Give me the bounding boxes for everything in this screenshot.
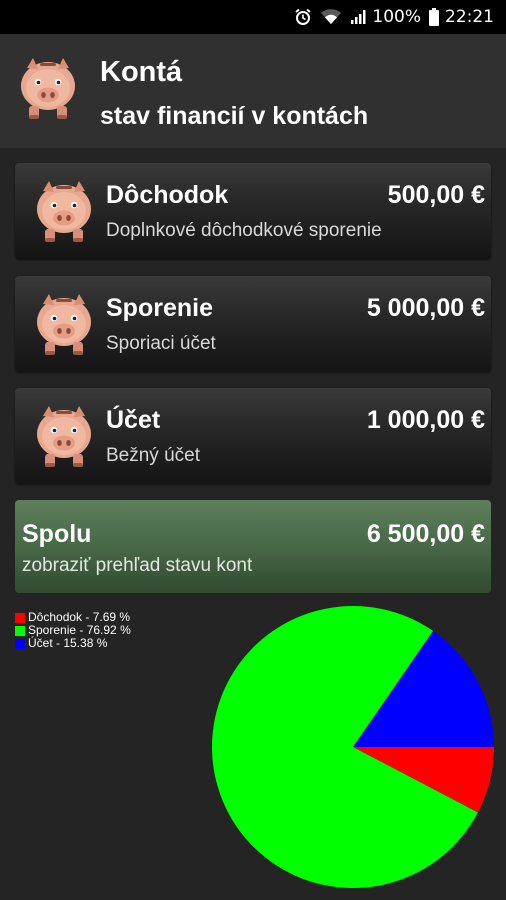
legend-label: Účet - 15.38 %	[28, 636, 108, 650]
alarm-icon	[294, 8, 312, 26]
clock: 22:21	[445, 7, 494, 27]
battery-icon	[429, 8, 439, 26]
signal-icon	[350, 9, 366, 25]
app-header: Kontá stav financií v kontách	[0, 34, 506, 148]
account-name: Sporenie	[106, 294, 213, 322]
piggy-bank-icon	[34, 177, 94, 250]
account-amount: 5 000,00 €	[366, 294, 485, 322]
piggy-bank-icon	[18, 54, 78, 127]
status-bar: 100% 22:21	[0, 0, 506, 34]
account-name: Účet	[106, 406, 161, 434]
legend-swatch	[15, 625, 25, 636]
chart-legend: Dôchodok - 7.69 % Sporenie - 76.92 % Účet …	[15, 611, 131, 650]
wifi-icon	[320, 8, 342, 26]
total-amount: 6 500,00 €	[366, 520, 485, 548]
total-label: Spolu	[22, 520, 92, 548]
account-description: Sporiaci účet	[106, 333, 216, 354]
pie-chart	[212, 606, 494, 888]
account-card-ucet[interactable]: Účet 1 000,00 € Bežný účet	[15, 388, 491, 484]
battery-percent: 100%	[372, 7, 421, 27]
legend-swatch	[15, 638, 25, 649]
page-subtitle: stav financií v kontách	[100, 102, 369, 130]
account-name: Dôchodok	[106, 181, 229, 209]
total-description: zobraziť prehľad stavu kont	[22, 555, 253, 576]
account-card-dochodok[interactable]: Dôchodok 500,00 € Doplnkové dôchodkové s…	[15, 163, 491, 259]
account-amount: 1 000,00 €	[366, 406, 485, 434]
account-card-sporenie[interactable]: Sporenie 5 000,00 € Sporiaci účet	[15, 276, 491, 372]
legend-swatch	[15, 612, 25, 623]
account-description: Bežný účet	[106, 445, 200, 466]
page-title: Kontá	[100, 56, 183, 88]
legend-item: Účet - 15.38 %	[15, 637, 131, 650]
piggy-bank-icon	[34, 290, 94, 363]
piggy-bank-icon	[34, 402, 94, 475]
account-description: Doplnkové dôchodkové sporenie	[106, 220, 382, 241]
total-card[interactable]: Spolu 6 500,00 € zobraziť prehľad stavu …	[15, 500, 491, 593]
account-amount: 500,00 €	[387, 181, 485, 209]
